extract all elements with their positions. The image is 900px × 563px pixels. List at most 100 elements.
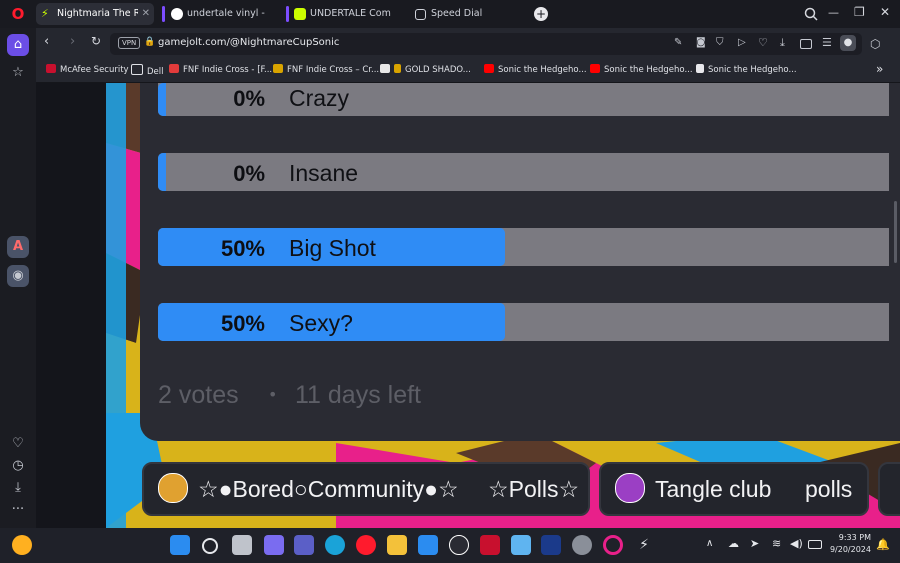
poll-option-label: Insane bbox=[289, 160, 359, 186]
home-icon[interactable]: ⌂ bbox=[7, 34, 29, 56]
meta-separator: • bbox=[268, 385, 278, 404]
start-icon[interactable] bbox=[170, 535, 190, 555]
tab-nightmaria[interactable]: ⚡ Nightmaria The Radio ✕ bbox=[36, 3, 154, 25]
bookmark-label: Sonic the Hedgeho... bbox=[498, 65, 587, 75]
tab-label: Nightmaria The Radio bbox=[57, 8, 138, 19]
url-text[interactable]: gamejolt.com/@NightmareCupSonic bbox=[158, 37, 339, 48]
bookmark-label: McAfee Security bbox=[60, 65, 129, 75]
tray-overflow-icon[interactable]: ∧ bbox=[706, 538, 713, 549]
notepad-icon[interactable] bbox=[511, 535, 531, 555]
bookmark-fnf-1[interactable]: FNF Indie Cross - [F... bbox=[169, 64, 272, 75]
extensions-icon[interactable]: ⬡ bbox=[870, 37, 880, 51]
community-pill[interactable]: ☆●Bored○Community●☆ ☆Polls☆ bbox=[142, 462, 590, 516]
send-icon[interactable]: ▷ bbox=[738, 37, 746, 48]
more-icon[interactable]: ··· bbox=[7, 499, 29, 521]
community-name: ☆●Bored○Community●☆ bbox=[198, 476, 459, 502]
poll-percent: 50% bbox=[220, 236, 265, 261]
battery-saver-icon[interactable] bbox=[800, 39, 812, 49]
bookmark-label: GOLD SHADO... bbox=[405, 65, 471, 75]
scrollbar-thumb[interactable] bbox=[894, 201, 897, 263]
dell-icon[interactable] bbox=[449, 535, 469, 555]
tab-speed-dial[interactable]: Speed Dial bbox=[410, 3, 520, 25]
poll-option-label: Crazy bbox=[289, 85, 350, 111]
clock-date[interactable]: 9/20/2024 bbox=[826, 545, 871, 554]
bookmark-dell[interactable]: Dell bbox=[131, 64, 164, 77]
profile-icon[interactable]: ● bbox=[840, 35, 856, 51]
maximize-button[interactable]: ❐ bbox=[854, 5, 865, 19]
player-icon[interactable]: ◉ bbox=[7, 265, 29, 287]
bookmark-fnf-2[interactable]: FNF Indie Cross – Cr... bbox=[273, 64, 379, 75]
settings-icon[interactable] bbox=[572, 535, 592, 555]
history-icon[interactable]: ◷ bbox=[7, 455, 29, 477]
community-name: Tangle club bbox=[655, 476, 772, 502]
minimize-button[interactable]: — bbox=[828, 6, 839, 19]
bookmark-gold-shadow[interactable]: GOLD SHADO... bbox=[380, 64, 471, 75]
speed-dial-icon bbox=[415, 9, 426, 20]
youtube-icon bbox=[590, 64, 600, 73]
disney-icon[interactable] bbox=[541, 535, 561, 555]
new-tab-button[interactable]: + bbox=[534, 7, 548, 21]
bookmark-sonic-1[interactable]: Sonic the Hedgeho... bbox=[484, 64, 587, 75]
opera-taskbar-icon[interactable] bbox=[356, 535, 376, 555]
search-tabs-icon[interactable] bbox=[804, 6, 818, 21]
weather-icon[interactable] bbox=[12, 535, 32, 555]
clock-time[interactable]: 9:33 PM bbox=[833, 533, 871, 542]
gamejolt-taskbar-icon[interactable]: ⚡ bbox=[634, 535, 654, 555]
tab-undertale-complete[interactable]: UNDERTALE Complete Vin bbox=[289, 3, 407, 25]
bookmark-sonic-3[interactable]: Sonic the Hedgeho... bbox=[696, 64, 797, 75]
location-icon[interactable]: ➤ bbox=[750, 537, 759, 550]
bookmark-label: FNF Indie Cross - [F... bbox=[183, 65, 273, 75]
easy-setup-icon[interactable]: ☰ bbox=[822, 36, 832, 49]
bookmarks-more[interactable]: » bbox=[876, 62, 883, 76]
star-icon[interactable]: ☆ bbox=[7, 62, 29, 84]
store-icon[interactable] bbox=[418, 535, 438, 555]
camera-icon[interactable]: ◙ bbox=[696, 37, 706, 48]
vpn-badge[interactable]: VPN bbox=[118, 37, 141, 49]
address-bar[interactable]: VPN 🔒 gamejolt.com/@NightmareCupSonic ✎ … bbox=[110, 33, 862, 55]
battery-icon[interactable] bbox=[808, 540, 822, 549]
bookmark-sonic-2[interactable]: Sonic the Hedgeho... bbox=[590, 64, 693, 75]
fnf-icon bbox=[169, 64, 179, 73]
task-view-icon[interactable] bbox=[232, 535, 252, 555]
tab-undertale-vinyl[interactable]: undertale vinyl - Google S bbox=[166, 3, 284, 25]
vote-count: 2 votes bbox=[158, 381, 239, 409]
volume-icon[interactable]: ◀) bbox=[790, 537, 803, 550]
forward-icon[interactable]: › bbox=[70, 34, 75, 49]
download-icon[interactable]: ⤓ bbox=[7, 477, 29, 499]
file-explorer-icon[interactable] bbox=[387, 535, 407, 555]
teams-icon[interactable] bbox=[294, 535, 314, 555]
community-avatar bbox=[615, 473, 645, 503]
aria-icon[interactable]: A bbox=[7, 236, 29, 258]
app-ring-icon[interactable] bbox=[603, 535, 623, 555]
onedrive-icon[interactable]: ☁ bbox=[728, 537, 739, 550]
opera-logo-icon[interactable]: O bbox=[10, 6, 26, 22]
search-icon[interactable] bbox=[202, 538, 218, 554]
page-content: 0% Crazy 0% Insane 50% Big Shot 50% Sexy… bbox=[36, 83, 900, 528]
mcafee-icon bbox=[46, 64, 56, 73]
google-favicon-icon bbox=[171, 8, 183, 20]
sidebar: ⌂ ☆ A ◉ ♡ ◷ ⤓ ··· bbox=[0, 28, 36, 528]
bookmark-mcafee[interactable]: McAfee Security bbox=[46, 64, 129, 75]
poll-option-label: Sexy? bbox=[289, 310, 353, 336]
download-icon[interactable]: ⤓ bbox=[780, 36, 785, 50]
reload-icon[interactable]: ↻ bbox=[91, 34, 101, 48]
community-pill-partial[interactable] bbox=[878, 462, 900, 516]
community-channel[interactable]: ☆Polls☆ bbox=[488, 476, 579, 503]
shield-icon[interactable]: ⛉ bbox=[716, 37, 724, 48]
edge-icon[interactable] bbox=[325, 535, 345, 555]
back-icon[interactable]: ‹ bbox=[44, 34, 49, 49]
mcafee-icon[interactable] bbox=[480, 535, 500, 555]
community-pill[interactable]: Tangle club polls bbox=[599, 462, 869, 516]
poll-option-label: Big Shot bbox=[289, 235, 376, 261]
close-window-button[interactable]: ✕ bbox=[880, 5, 890, 19]
community-channel[interactable]: polls bbox=[805, 476, 852, 503]
medal-icon bbox=[394, 64, 401, 73]
edit-icon[interactable]: ✎ bbox=[674, 37, 682, 48]
heart-icon[interactable]: ♡ bbox=[7, 433, 29, 455]
roblox-icon bbox=[380, 64, 390, 73]
close-tab-icon[interactable]: ✕ bbox=[142, 3, 150, 25]
notification-icon[interactable]: 🔔 bbox=[876, 538, 890, 551]
heart-icon[interactable]: ♡ bbox=[758, 36, 768, 49]
wifi-icon[interactable]: ≋ bbox=[772, 537, 781, 550]
copilot-icon[interactable] bbox=[264, 535, 284, 555]
